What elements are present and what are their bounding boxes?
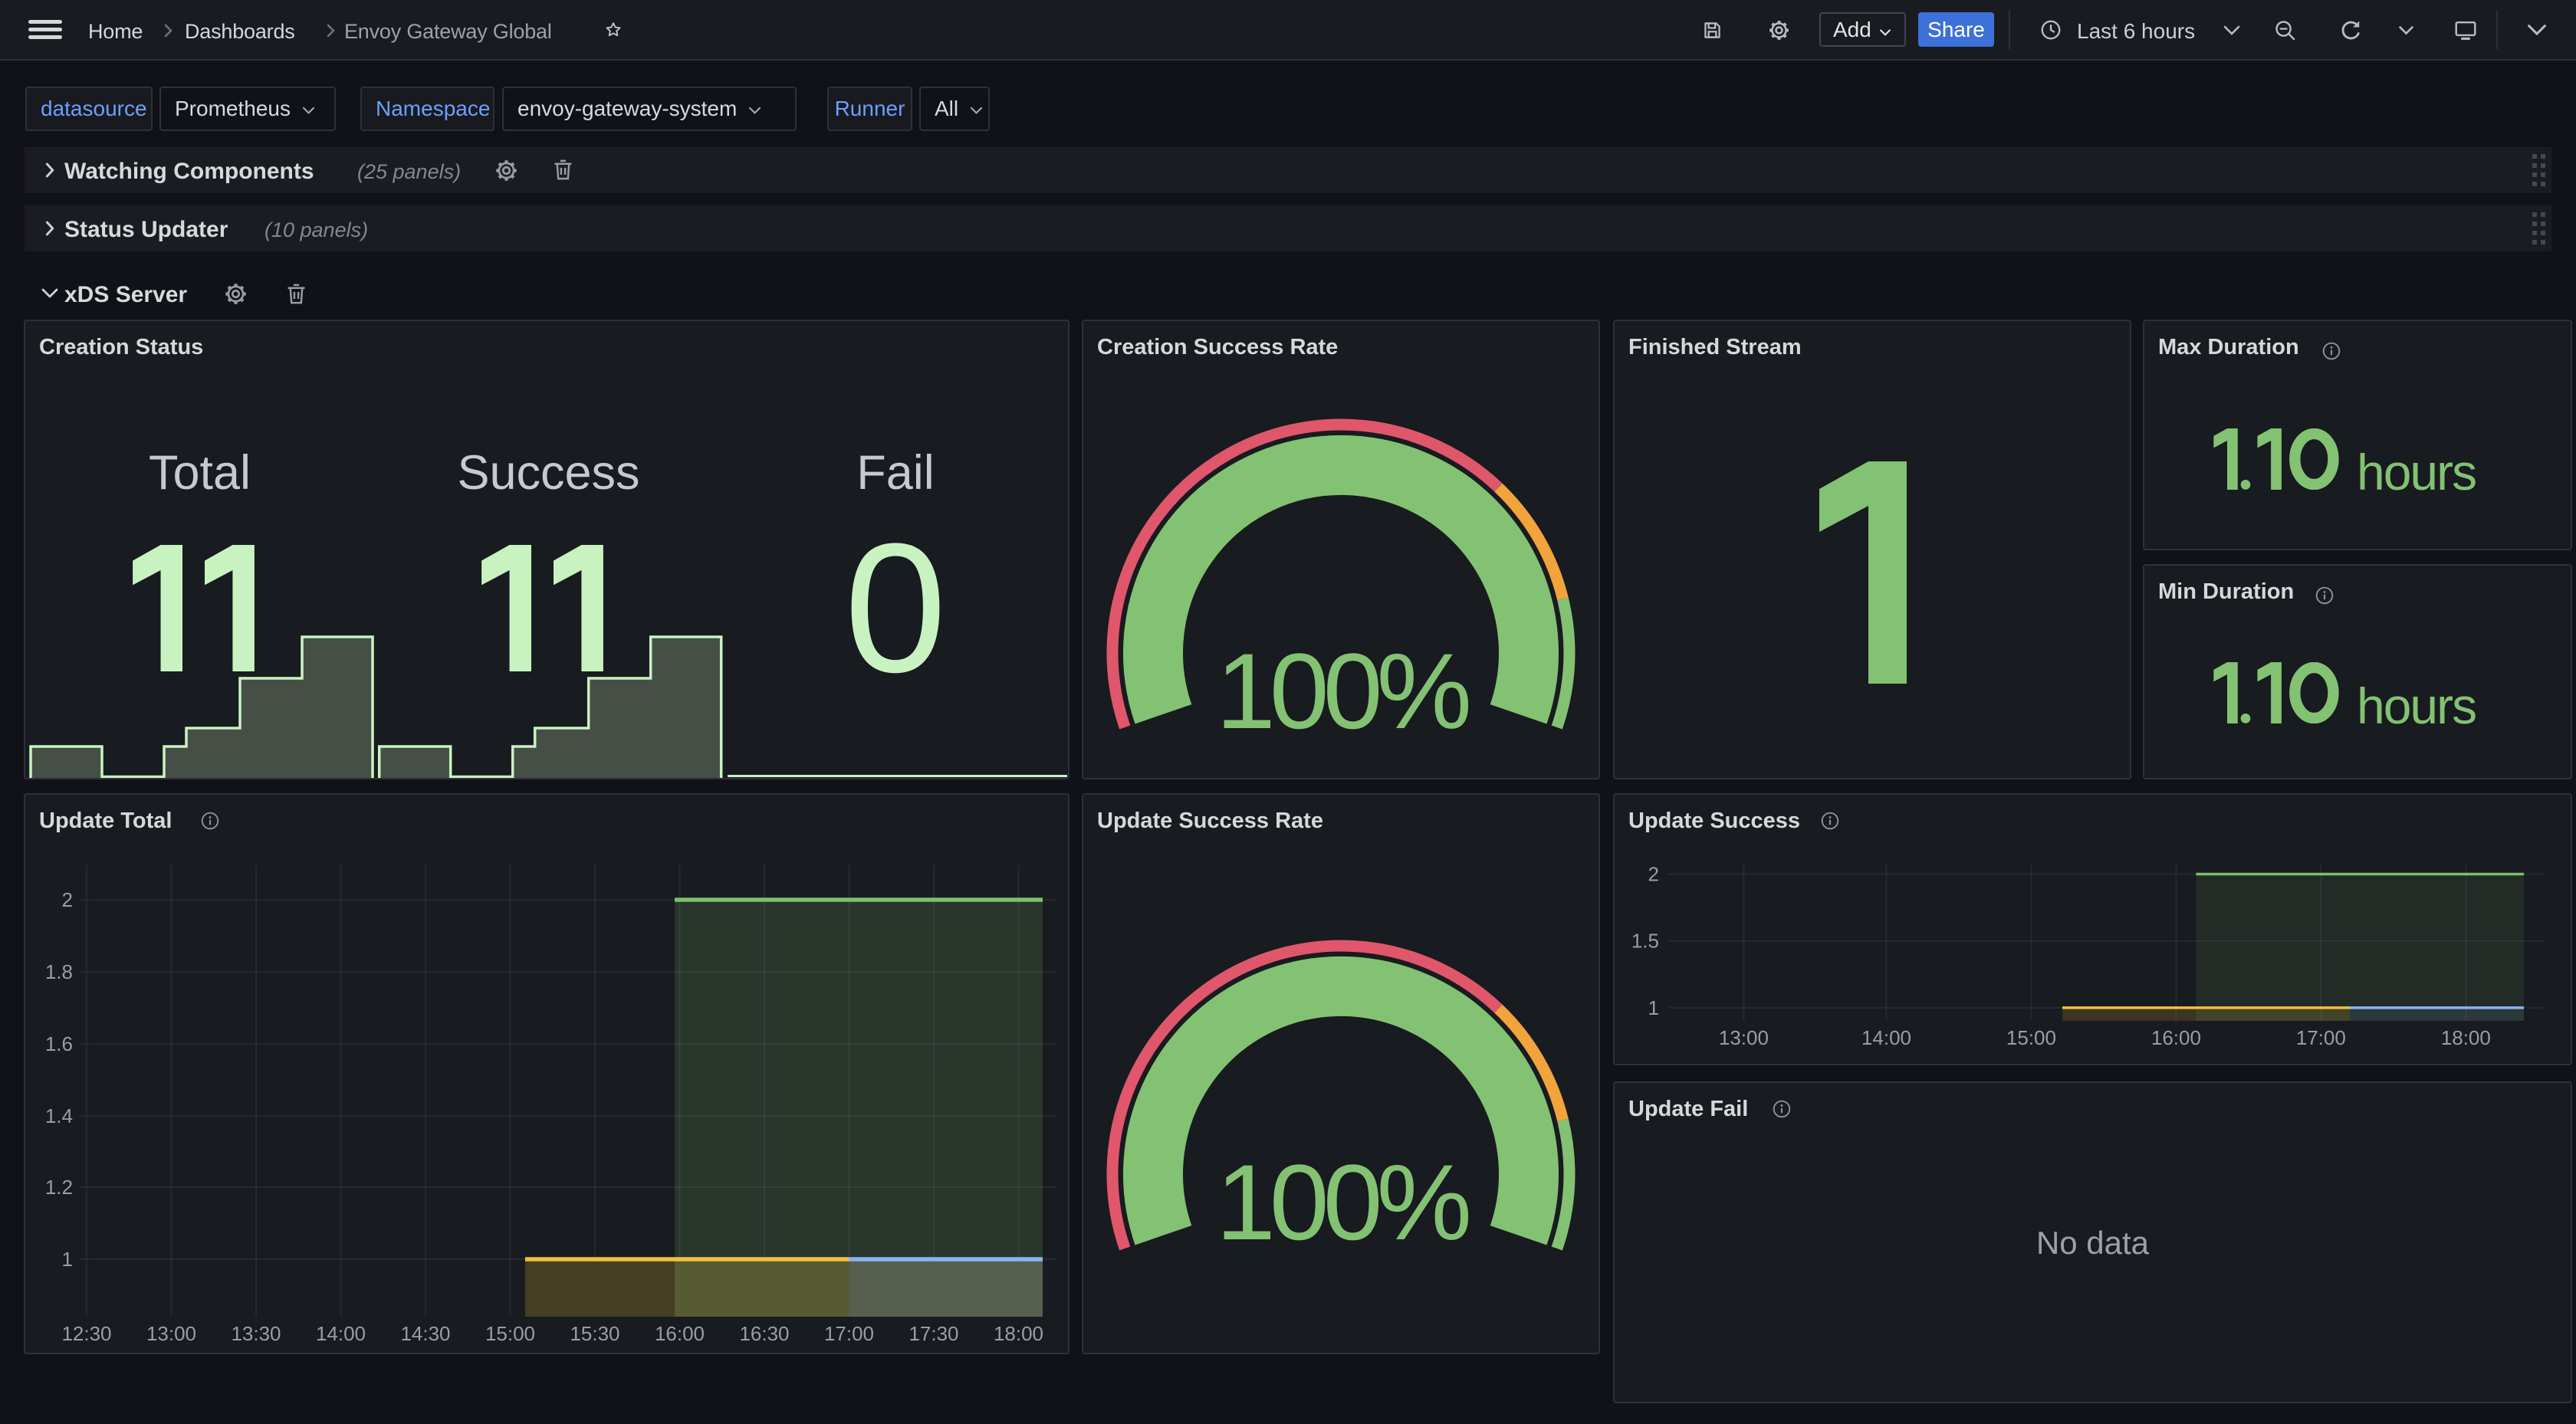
svg-text:16:00: 16:00	[2151, 1026, 2201, 1049]
svg-text:2: 2	[62, 888, 73, 911]
svg-text:15:30: 15:30	[570, 1322, 619, 1345]
svg-text:17:00: 17:00	[2296, 1026, 2346, 1049]
svg-text:100%: 100%	[1216, 1142, 1469, 1262]
svg-text:16:00: 16:00	[655, 1322, 705, 1345]
svg-text:12:30: 12:30	[61, 1322, 111, 1345]
svg-text:15:00: 15:00	[2006, 1026, 2056, 1049]
svg-text:13:30: 13:30	[231, 1322, 281, 1345]
svg-text:14:00: 14:00	[316, 1322, 366, 1345]
svg-text:1.8: 1.8	[45, 960, 73, 983]
svg-text:18:00: 18:00	[994, 1322, 1043, 1345]
svg-text:15:00: 15:00	[485, 1322, 535, 1345]
svg-text:1.5: 1.5	[1631, 930, 1659, 953]
svg-text:100%: 100%	[1216, 631, 1469, 751]
svg-text:17:00: 17:00	[824, 1322, 874, 1345]
svg-text:14:00: 14:00	[1861, 1026, 1911, 1049]
svg-text:1.2: 1.2	[45, 1176, 73, 1199]
svg-text:13:00: 13:00	[1719, 1026, 1769, 1049]
svg-text:1: 1	[62, 1248, 73, 1271]
svg-text:1: 1	[1648, 996, 1659, 1019]
svg-text:1.6: 1.6	[45, 1032, 73, 1055]
svg-text:16:30: 16:30	[739, 1322, 789, 1345]
svg-text:17:30: 17:30	[909, 1322, 958, 1345]
svg-text:1.4: 1.4	[45, 1104, 73, 1127]
svg-text:13:00: 13:00	[146, 1322, 196, 1345]
svg-text:2: 2	[1648, 863, 1659, 886]
svg-text:18:00: 18:00	[2441, 1026, 2491, 1049]
svg-text:14:30: 14:30	[400, 1322, 450, 1345]
